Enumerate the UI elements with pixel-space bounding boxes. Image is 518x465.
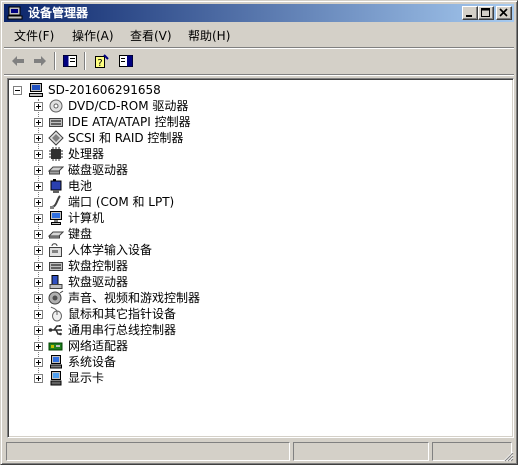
display-adapter-icon	[48, 370, 64, 386]
resize-grip-icon[interactable]	[502, 450, 514, 462]
sound-icon	[48, 290, 64, 306]
forward-button[interactable]	[30, 52, 50, 70]
scsi-controller-icon	[48, 130, 64, 146]
expand-toggle[interactable]	[34, 166, 43, 175]
tree-item-label[interactable]: IDE ATA/ATAPI 控制器	[68, 114, 191, 130]
battery-icon	[48, 178, 64, 194]
status-bar	[4, 442, 514, 462]
tree-item-label[interactable]: 网络适配器	[68, 338, 128, 354]
computer-root-icon	[28, 82, 44, 98]
tree-item-label[interactable]: 端口 (COM 和 LPT)	[68, 194, 174, 210]
dvd-drive-icon	[48, 98, 64, 114]
menu-file[interactable]: 文件(F)	[14, 28, 54, 45]
ide-controller-icon	[48, 114, 64, 130]
tree-item-label[interactable]: 鼠标和其它指针设备	[68, 306, 176, 322]
menu-action[interactable]: 操作(A)	[72, 28, 114, 45]
network-adapter-icon	[48, 338, 64, 354]
title-bar[interactable]: 设备管理器	[4, 4, 514, 22]
hid-icon	[48, 242, 64, 258]
expand-toggle[interactable]	[34, 198, 43, 207]
expand-toggle[interactable]	[34, 150, 43, 159]
expand-toggle[interactable]	[34, 230, 43, 239]
tree-item-label[interactable]: 声音、视频和游戏控制器	[68, 290, 200, 306]
minimize-button[interactable]	[462, 6, 478, 20]
maximize-button[interactable]	[478, 6, 494, 20]
tree-item-label[interactable]: 电池	[68, 178, 92, 194]
tree-item-label[interactable]: 显示卡	[68, 370, 104, 386]
tree-item-label[interactable]: 处理器	[68, 146, 104, 162]
toolbar-divider	[4, 74, 514, 76]
expand-toggle[interactable]	[34, 310, 43, 319]
expand-toggle[interactable]	[34, 342, 43, 351]
expand-toggle[interactable]	[34, 326, 43, 335]
status-cell	[432, 442, 512, 461]
expand-toggle[interactable]	[34, 358, 43, 367]
close-button[interactable]	[496, 6, 512, 20]
expand-toggle[interactable]	[34, 278, 43, 287]
toolbar-separator	[54, 52, 56, 70]
window-title: 设备管理器	[28, 6, 89, 20]
device-manager-icon	[7, 5, 23, 21]
tree-item-label[interactable]: 键盘	[68, 226, 92, 242]
usb-icon	[48, 322, 64, 338]
show-hide-tree-button[interactable]	[60, 52, 80, 70]
computer-icon	[48, 210, 64, 226]
menu-bar: 文件(F) 操作(A) 查看(V) 帮助(H)	[4, 25, 514, 47]
expand-toggle[interactable]	[34, 182, 43, 191]
view-button[interactable]	[116, 52, 136, 70]
menu-view[interactable]: 查看(V)	[130, 28, 172, 45]
back-button[interactable]	[8, 52, 28, 70]
disk-drive-icon	[47, 162, 65, 178]
keyboard-icon	[47, 226, 65, 242]
device-tree[interactable]: SD-201606291658 DVD/CD-ROM 驱动器 IDE ATA/AT…	[7, 78, 514, 438]
floppy-controller-icon	[48, 258, 64, 274]
tree-item-label[interactable]: 计算机	[68, 210, 104, 226]
collapse-toggle[interactable]	[13, 86, 22, 95]
tree-item-label[interactable]: 系统设备	[68, 354, 116, 370]
port-icon	[48, 194, 64, 210]
status-cell	[6, 442, 290, 461]
system-device-icon	[48, 354, 64, 370]
toolbar-separator	[84, 52, 86, 70]
expand-toggle[interactable]	[34, 294, 43, 303]
expand-toggle[interactable]	[34, 374, 43, 383]
tree-item-label[interactable]: 磁盘驱动器	[68, 162, 128, 178]
svg-text:?: ?	[97, 58, 102, 69]
processor-icon	[48, 146, 64, 162]
tree-item-label[interactable]: SCSI 和 RAID 控制器	[68, 130, 183, 146]
toolbar: ?	[4, 49, 514, 73]
tree-item-label[interactable]: 人体学输入设备	[68, 242, 152, 258]
expand-toggle[interactable]	[34, 134, 43, 143]
expand-toggle[interactable]	[34, 102, 43, 111]
help-button[interactable]: ?	[92, 52, 112, 70]
tree-item-label[interactable]: 通用串行总线控制器	[68, 322, 176, 338]
mouse-icon	[48, 306, 64, 322]
expand-toggle[interactable]	[34, 262, 43, 271]
floppy-drive-icon	[48, 274, 64, 290]
expand-toggle[interactable]	[34, 214, 43, 223]
computer-name[interactable]: SD-201606291658	[48, 82, 161, 98]
tree-item-label[interactable]: DVD/CD-ROM 驱动器	[68, 98, 188, 114]
status-cell	[293, 442, 429, 461]
expand-toggle[interactable]	[34, 118, 43, 127]
menu-help[interactable]: 帮助(H)	[188, 28, 230, 45]
tree-item-label[interactable]: 软盘驱动器	[68, 274, 128, 290]
device-manager-window: 设备管理器 文件(F) 操作(A) 查看(V) 帮助(H) ? SD-20160…	[0, 0, 518, 465]
expand-toggle[interactable]	[34, 246, 43, 255]
tree-item-label[interactable]: 软盘控制器	[68, 258, 128, 274]
